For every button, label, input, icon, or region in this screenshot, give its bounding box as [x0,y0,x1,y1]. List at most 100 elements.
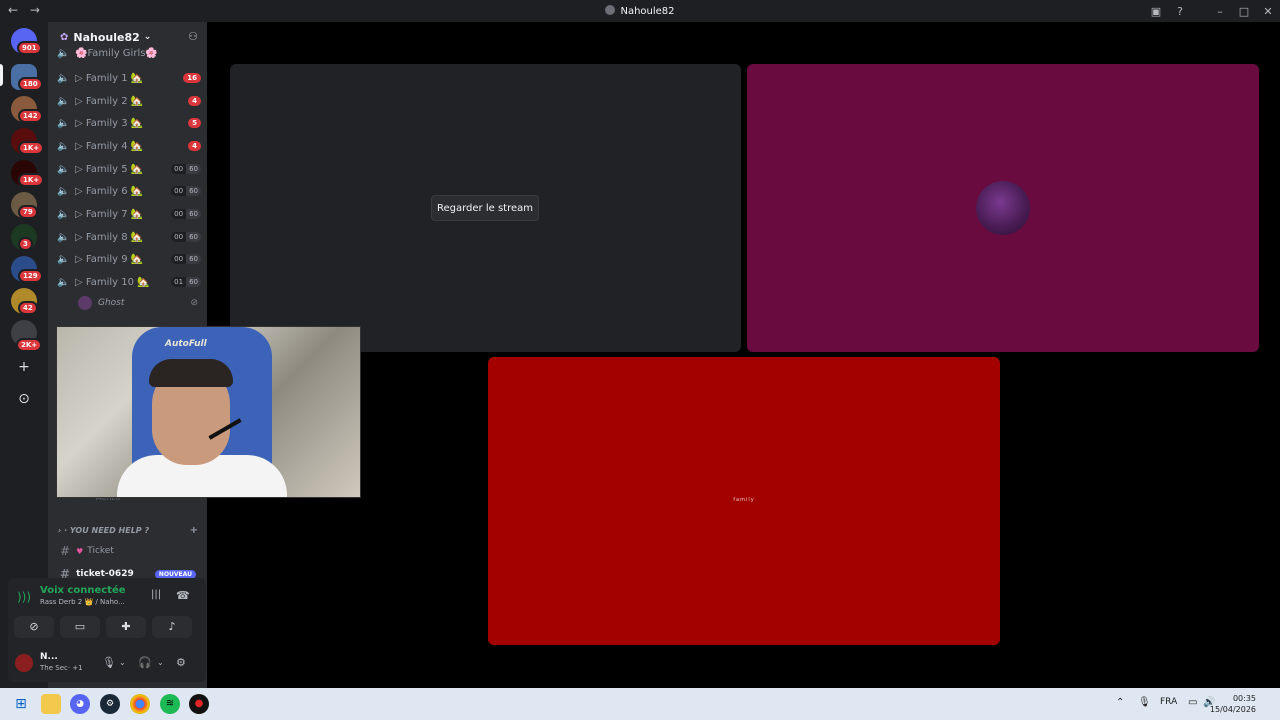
chevron-down-icon[interactable]: ⌄ [157,658,164,667]
speaker-icon: 🔈 [57,72,70,84]
maximize-icon[interactable]: □ [1232,5,1256,18]
network-icon[interactable]: ▭ [1188,697,1197,708]
voice-channel-family-10[interactable]: 🔈 ▷ Family 10 🏡 01 60 [57,272,201,292]
guild-icon: ✿ [60,31,69,43]
speaker-icon: 🔈 [57,231,70,243]
voice-channel-family-9[interactable]: 🔈 ▷ Family 9 🏡 00 60 [57,249,201,269]
voice-channel-family-6[interactable]: 🔈 ▷ Family 6 🏡 00 60 [57,181,201,201]
channel-label: ▷ Family 8 🏡 [75,231,144,243]
webcam-overlay: AutoFull [56,326,361,498]
camera-off-icon: ⊘ [29,620,39,633]
system-clock[interactable]: 00:35 15/04/2026 [1210,693,1256,715]
category-label: YOU NEED HELP ? [69,526,150,535]
user-limit-badge: 00 60 [171,232,201,242]
disconnect-icon[interactable]: ☎ [176,589,190,602]
add-channel-icon[interactable]: + [190,525,198,536]
activities-button[interactable]: ✚ [106,616,146,638]
heart-icon: ♥ [76,546,84,556]
voice-channel-family-4[interactable]: 🔈 ▷ Family 4 🏡 4 [57,136,201,156]
voice-channel-path[interactable]: Rass Derb 2 👑 / Naho... [40,598,125,606]
camera-off-button[interactable]: ⊘ [14,616,54,638]
voice-channel-partial[interactable]: 🔈 🌸Family Girls🌸 [57,46,201,60]
user-name[interactable]: N... [40,652,58,662]
user-limit: 60 [186,277,201,287]
user-count: 00 [171,186,187,196]
channel-label: ▷ Family 10 🏡 [75,276,150,288]
voice-status[interactable]: Voix connectée [40,585,126,596]
settings-gear-icon[interactable]: ⚙ [176,656,186,669]
discord-taskbar-icon[interactable]: ◕ [70,694,90,714]
text-channel-ticket[interactable]: # ♥ Ticket [60,544,200,558]
signal-icon[interactable]: ))) [17,590,31,604]
window-title-text: Nahoule82 [620,6,675,17]
user-limit-badge: 01 60 [171,277,201,287]
language-indicator[interactable]: FRA [1160,697,1177,707]
user-limit-badge: 00 60 [171,254,201,264]
user-limit: 60 [186,164,201,174]
dm-badge: 901 [17,41,42,55]
microphone-icon[interactable]: 🎙 [102,656,116,669]
participant-tile[interactable] [747,64,1259,352]
channel-label: ▷ Family 6 🏡 [75,185,144,197]
watch-stream-button[interactable]: Regarder le stream [431,195,539,221]
avatar [78,296,92,310]
voice-channel-family-2[interactable]: 🔈 ▷ Family 2 🏡 4 [57,91,201,111]
title-bar: ← → Nahoule82 ▣ ? – □ ✕ [0,0,1280,22]
voice-user-ghost[interactable]: Ghost ⊘ [78,296,198,310]
spotify-icon[interactable]: ≋ [160,694,180,714]
channel-label: ▷ Family 3 🏡 [75,117,144,129]
user-count: 00 [171,164,187,174]
channel-label: ▷ Family 4 🏡 [75,140,144,152]
noise-suppression-icon[interactable]: ||| [151,589,161,600]
app-avatar-icon [605,5,616,15]
voice-channel-family-1[interactable]: 🔈 ▷ Family 1 🏡 16 [57,68,201,88]
person-hair [149,359,233,387]
mention-badge: 4 [188,141,201,151]
voice-channel-family-3[interactable]: 🔈 ▷ Family 3 🏡 5 [57,113,201,133]
microphone-tray-icon[interactable]: 🎙 [1138,697,1151,708]
user-limit-badge: 00 60 [171,164,201,174]
activities-icon: ✚ [121,620,131,633]
chevron-down-icon[interactable]: ⌄ [119,658,126,667]
voice-channel-family-8[interactable]: 🔈 ▷ Family 8 🏡 00 60 [57,227,201,247]
hash-icon: # [60,544,71,558]
mention-badge: 4 [188,96,201,106]
window-controls: ▣ ? – □ ✕ [1144,0,1280,22]
discover-icon[interactable]: ⊙ [12,388,36,412]
chrome-icon[interactable] [130,694,150,714]
help-icon[interactable]: ? [1168,5,1192,18]
invite-people-icon[interactable]: ⚇ [188,30,198,43]
inbox-icon[interactable]: ▣ [1144,5,1168,18]
speaker-icon: 🔈 [57,208,70,220]
user-limit: 60 [186,186,201,196]
file-explorer-icon[interactable] [41,694,61,714]
participant-tile[interactable]: family [488,357,1000,645]
guild-name: Nahoule82 [73,30,140,44]
server-badge: 1K+ [18,173,45,187]
voice-user-name: Ghost [98,298,125,308]
speaker-icon: 🔈 [57,253,70,265]
user-limit: 60 [186,254,201,264]
headphones-icon[interactable]: 🎧 [138,656,152,669]
channel-label: ▷ Family 9 🏡 [75,253,144,265]
speaker-icon: 🔈 [57,140,70,152]
window-title: Nahoule82 [0,5,1280,17]
app-icon[interactable]: ● [189,694,209,714]
add-server-icon[interactable]: + [12,356,36,380]
windows-start-icon[interactable]: ⊞ [11,694,31,714]
category-you-need-help[interactable]: › · YOU NEED HELP ? + [58,525,198,536]
channel-label: 🌸Family Girls🌸 [75,47,158,59]
minimize-icon[interactable]: – [1208,5,1232,18]
screen-share-button[interactable]: ▭ [60,616,100,638]
chevron-up-icon[interactable]: ⌃ [1116,697,1124,708]
user-count: 00 [171,209,187,219]
avatar[interactable] [15,654,33,672]
stream-tile[interactable]: Regarder le stream [230,64,741,352]
voice-channel-family-5[interactable]: 🔈 ▷ Family 5 🏡 00 60 [57,159,201,179]
soundboard-button[interactable]: ♪ [152,616,192,638]
close-icon[interactable]: ✕ [1256,5,1280,18]
server-badge: 129 [18,269,43,283]
voice-channel-family-7[interactable]: 🔈 ▷ Family 7 🏡 00 60 [57,204,201,224]
steam-icon[interactable]: ⚙ [100,694,120,714]
channel-label: Ticket [87,546,114,556]
